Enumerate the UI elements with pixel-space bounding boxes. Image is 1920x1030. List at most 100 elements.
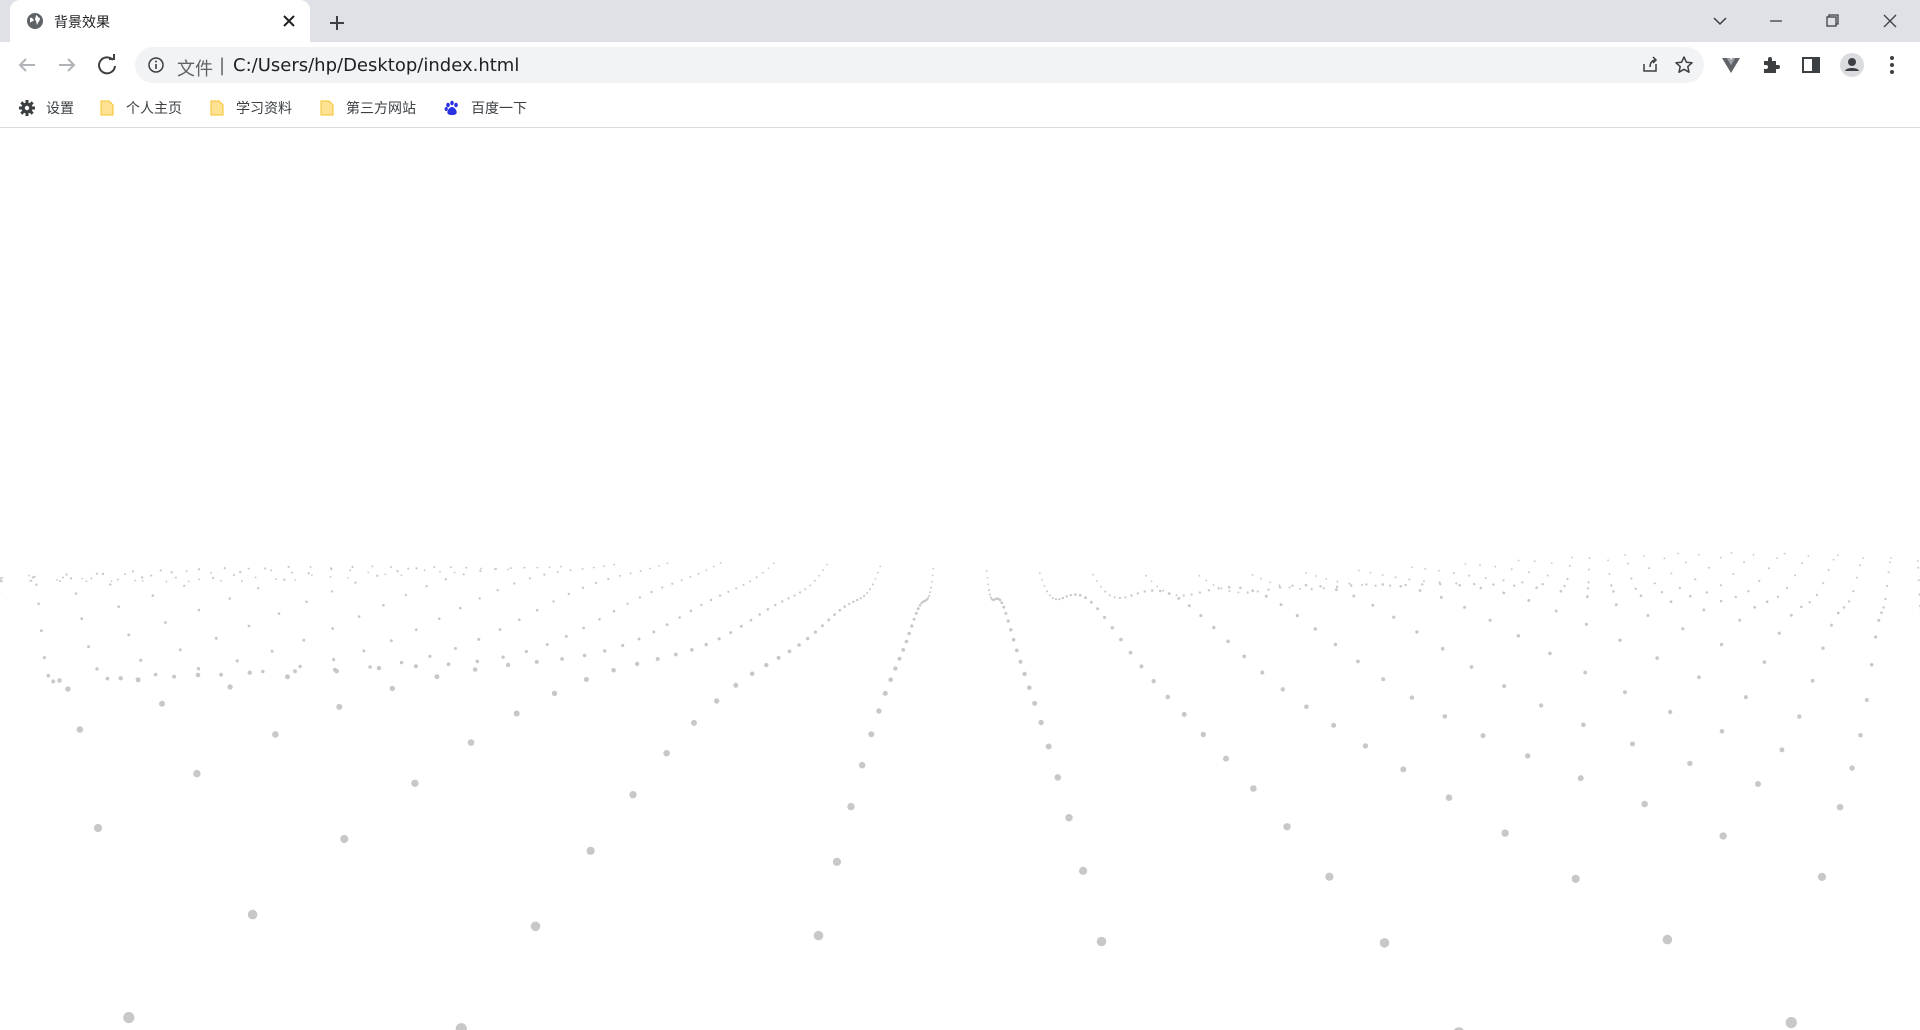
- particle-dot: [1808, 601, 1811, 604]
- particle-dot: [1389, 584, 1392, 587]
- particle-dot: [1011, 637, 1016, 642]
- particle-dot: [1469, 665, 1474, 669]
- tab-title: 背景效果: [54, 15, 110, 31]
- particle-dot: [305, 600, 308, 604]
- particle-dot: [465, 566, 468, 569]
- address-url[interactable]: C:/Users/hp/Desktop/index.html: [233, 55, 519, 76]
- particle-dot: [929, 591, 931, 594]
- back-arrow-icon[interactable]: [11, 49, 43, 81]
- particle-dot: [822, 569, 825, 572]
- particle-dot: [1304, 572, 1307, 574]
- particle-dot: [1089, 600, 1093, 604]
- particle-dot: [1400, 766, 1407, 773]
- extensions-icon[interactable]: [1755, 49, 1787, 81]
- particle-dot: [1069, 593, 1073, 597]
- particle-dot: [1156, 585, 1159, 588]
- share-icon[interactable]: [1640, 55, 1660, 75]
- particle-dot: [247, 670, 252, 675]
- particle-dot: [1887, 571, 1890, 574]
- baidu-paw-icon: [443, 99, 461, 117]
- particle-dot: [197, 608, 201, 612]
- particle-dot: [665, 623, 669, 626]
- particle-dot: [1663, 557, 1666, 560]
- particle-dot: [1608, 572, 1611, 575]
- bookmark-baidu[interactable]: 百度一下: [443, 96, 527, 120]
- particle-dot: [1849, 765, 1855, 771]
- particle-dot: [163, 621, 167, 624]
- particle-dot: [764, 662, 769, 668]
- profile-icon[interactable]: [1836, 49, 1868, 81]
- particle-dot: [30, 579, 33, 582]
- particle-dot: [1335, 588, 1338, 592]
- address-bar[interactable]: 文件 | C:/Users/hp/Desktop/index.html: [135, 47, 1704, 83]
- menu-icon[interactable]: [1876, 49, 1908, 81]
- browser-tab[interactable]: 背景效果: [10, 0, 310, 42]
- particle-dot: [989, 596, 992, 599]
- particle-dot: [1283, 823, 1291, 831]
- minimize-icon[interactable]: [1756, 6, 1796, 36]
- particle-dot: [69, 577, 73, 580]
- particle-dot: [357, 615, 361, 618]
- particle-dot: [1864, 698, 1869, 702]
- plus-icon[interactable]: [324, 10, 350, 36]
- particle-dot: [916, 607, 920, 611]
- particle-dot: [1502, 591, 1506, 595]
- bookmark-folder-study[interactable]: 学习资料: [208, 96, 292, 120]
- particle-dot: [1882, 606, 1885, 609]
- particle-dot: [650, 590, 653, 594]
- particle-dot: [198, 578, 201, 581]
- particle-dot: [367, 571, 370, 574]
- particle-dot: [1794, 574, 1797, 577]
- particle-dot: [697, 572, 700, 575]
- particle-dot: [552, 600, 555, 603]
- forward-arrow-icon[interactable]: [51, 49, 83, 81]
- particle-dot: [871, 583, 874, 586]
- info-icon[interactable]: [147, 56, 165, 74]
- particle-dot: [658, 565, 660, 567]
- side-panel-icon[interactable]: [1795, 49, 1827, 81]
- particle-dot: [727, 590, 730, 593]
- particle-dot: [611, 668, 616, 673]
- reload-icon[interactable]: [91, 49, 123, 81]
- star-icon[interactable]: [1674, 55, 1694, 75]
- particle-dot: [1776, 595, 1780, 598]
- vue-devtools-icon[interactable]: [1715, 49, 1747, 81]
- particle-dot: [569, 569, 572, 572]
- particle-dot: [1836, 803, 1844, 811]
- particle-dot: [1877, 618, 1881, 622]
- particle-dot: [1399, 585, 1402, 588]
- restore-icon[interactable]: [1812, 6, 1852, 36]
- particle-dot: [1177, 596, 1181, 600]
- particle-dot: [1260, 577, 1262, 580]
- bookmark-folder-third-party[interactable]: 第三方网站: [318, 96, 416, 120]
- particle-dot: [1065, 814, 1073, 822]
- close-icon[interactable]: [1870, 6, 1910, 36]
- bookmark-label: 个人主页: [126, 101, 182, 117]
- particle-dot: [1264, 594, 1268, 598]
- particle-dot: [270, 569, 272, 572]
- particle-dot: [198, 568, 201, 571]
- particle-dot: [820, 624, 824, 628]
- particle-dot: [407, 567, 410, 570]
- particle-dot: [799, 591, 802, 594]
- particle-dot: [1501, 829, 1509, 837]
- bookmark-folder-personal[interactable]: 个人主页: [98, 96, 182, 120]
- bookmark-settings[interactable]: 设置: [18, 96, 74, 120]
- particle-dot: [1612, 590, 1615, 593]
- tab-close-icon[interactable]: [278, 10, 300, 32]
- chevron-down-icon[interactable]: [1700, 6, 1740, 36]
- particle-dot: [1304, 704, 1309, 710]
- particle-dot: [1314, 575, 1317, 577]
- particle-dot: [1267, 588, 1270, 591]
- particle-dot: [1767, 567, 1770, 570]
- particle-dot: [1623, 690, 1627, 695]
- particle-dot: [1381, 574, 1384, 576]
- particle-dot: [598, 618, 601, 621]
- particle-dot: [513, 710, 520, 717]
- particle-dot: [749, 618, 753, 622]
- particle-dot: [897, 656, 902, 661]
- particle-dot: [1648, 567, 1650, 570]
- particle-dot: [1128, 650, 1133, 655]
- particle-dot: [1217, 587, 1220, 590]
- particle-dot: [1452, 572, 1455, 575]
